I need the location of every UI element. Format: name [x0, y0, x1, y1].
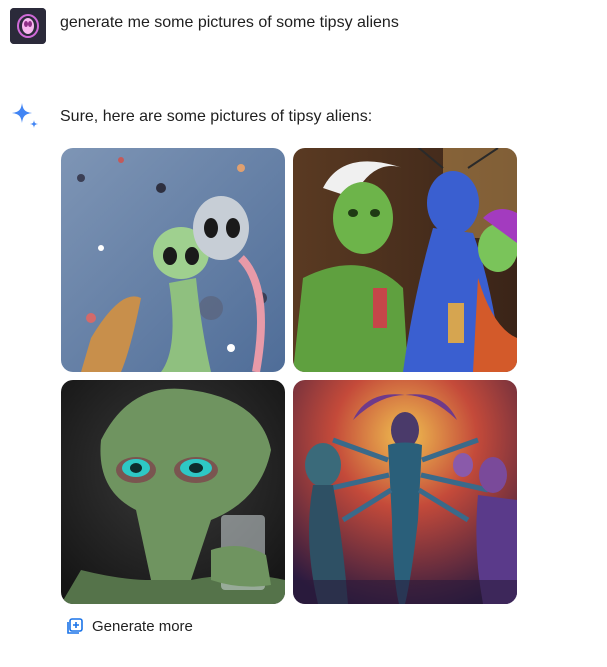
generate-more-label: Generate more	[92, 617, 193, 635]
user-message-row: generate me some pictures of some tipsy …	[10, 8, 399, 44]
generated-image-2[interactable]	[293, 148, 517, 372]
image-tipsy-aliens-painting-icon	[61, 148, 285, 372]
gemini-spark-icon	[12, 103, 38, 128]
avatar	[10, 8, 46, 44]
image-aliens-dancing-neon-icon	[293, 380, 517, 604]
generated-image-3[interactable]	[61, 380, 285, 604]
image-green-blue-aliens-party-icon	[293, 148, 517, 372]
image-grid	[61, 148, 518, 604]
generate-more-button[interactable]: Generate more	[66, 617, 193, 635]
image-green-alien-glass-icon	[61, 380, 285, 604]
image-add-icon	[67, 618, 83, 634]
user-message-text: generate me some pictures of some tipsy …	[60, 14, 399, 31]
generated-image-1[interactable]	[61, 148, 285, 372]
assistant-reply-text: Sure, here are some pictures of tipsy al…	[60, 108, 373, 125]
alien-avatar-icon	[10, 8, 46, 44]
generated-image-4[interactable]	[293, 380, 517, 604]
